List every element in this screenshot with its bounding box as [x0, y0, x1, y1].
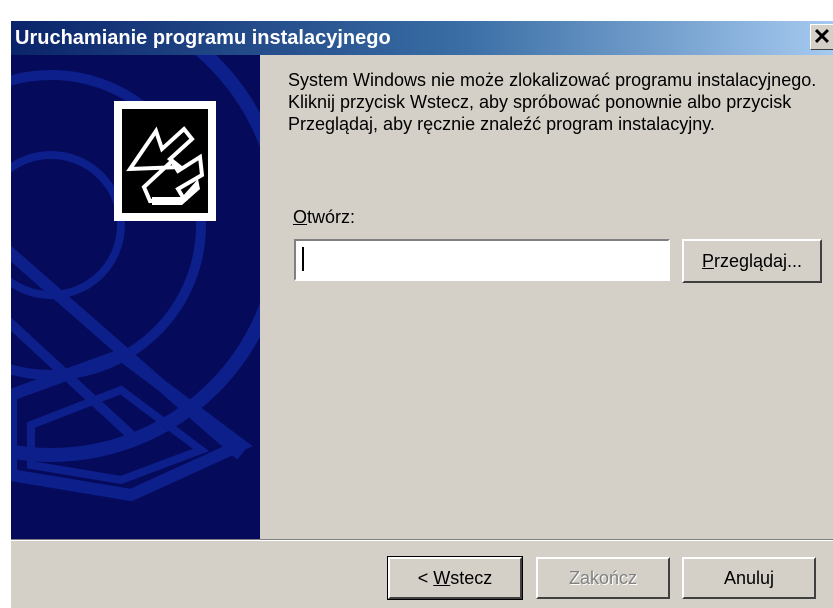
close-icon: ✕ — [812, 24, 832, 49]
setup-logo — [114, 101, 216, 221]
close-button[interactable]: ✕ — [810, 24, 833, 50]
open-path-input[interactable] — [294, 239, 670, 281]
window-title: Uruchamianie programu instalacyjnego — [15, 27, 391, 49]
browse-button[interactable]: Przeglądaj... — [682, 239, 822, 283]
back-button[interactable]: < Wstecz — [387, 556, 523, 600]
finish-button[interactable]: Zakończ — [536, 557, 670, 599]
footer-separator — [11, 539, 833, 541]
setup-arrows-icon — [126, 126, 205, 205]
setup-dialog: Uruchamianie programu instalacyjnego ✕ S… — [10, 20, 833, 608]
cancel-button[interactable]: Anuluj — [682, 557, 816, 599]
error-message: System Windows nie może zlokalizować pro… — [288, 70, 817, 134]
open-label: Otwórz: — [293, 207, 356, 227]
text-caret — [302, 247, 304, 271]
wizard-side-panel — [11, 55, 260, 539]
title-bar[interactable]: Uruchamianie programu instalacyjnego ✕ — [11, 21, 833, 55]
